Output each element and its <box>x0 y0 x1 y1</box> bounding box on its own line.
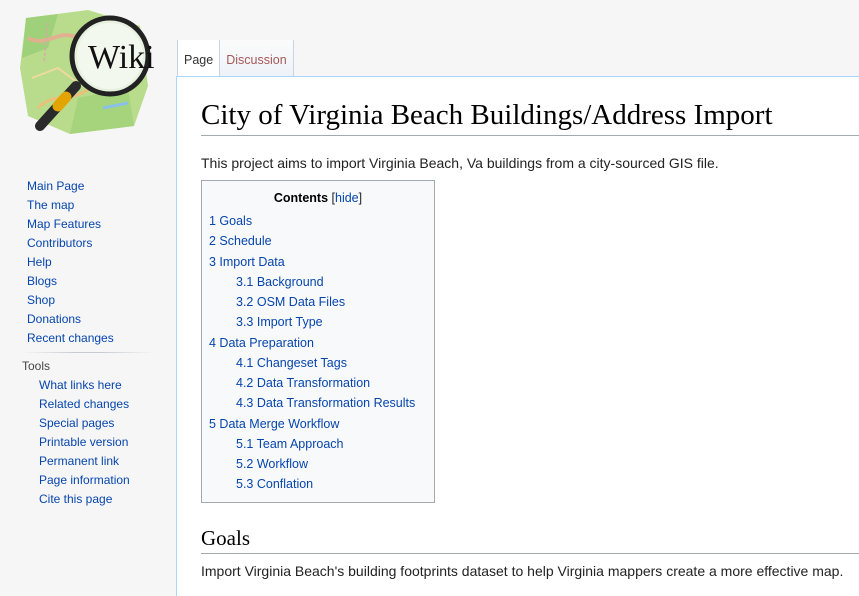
toc-header: Contents [hide] <box>202 190 434 206</box>
nav-link-the-map[interactable]: The map <box>27 198 74 212</box>
wiki-logo[interactable]: Wiki <box>18 8 158 138</box>
nav-link-blogs[interactable]: Blogs <box>27 274 57 288</box>
section-heading-goals: Goals <box>201 525 859 554</box>
intro-paragraph: This project aims to import Virginia Bea… <box>201 155 719 171</box>
nav-item[interactable]: Map Features <box>27 216 114 235</box>
tab-discussion[interactable]: Discussion <box>220 40 294 77</box>
toc-link-goals[interactable]: 1 Goals <box>209 214 252 228</box>
toc-title: Contents <box>273 191 329 205</box>
toc-item[interactable]: 4 Data Preparation <box>209 335 415 355</box>
toc-link-data-merge-workflow[interactable]: 5 Data Merge Workflow <box>209 417 339 431</box>
toc-link-team-approach[interactable]: 5.1 Team Approach <box>236 437 343 451</box>
nav-item[interactable]: Help <box>27 254 114 273</box>
page-tabs: Page Discussion <box>177 40 294 77</box>
toc-link-data-preparation[interactable]: 4 Data Preparation <box>209 336 314 350</box>
page-title: City of Virginia Beach Buildings/Address… <box>201 97 859 136</box>
tools-item[interactable]: Printable version <box>39 434 130 453</box>
nav-link-donations[interactable]: Donations <box>27 312 81 326</box>
nav-link-contributors[interactable]: Contributors <box>27 236 92 250</box>
toc-item[interactable]: 4.2 Data Transformation <box>209 375 415 395</box>
toc-link-import-type[interactable]: 3.3 Import Type <box>236 315 323 329</box>
tools-item[interactable]: Special pages <box>39 415 130 434</box>
nav-item[interactable]: The map <box>27 197 114 216</box>
logo-wordmark: Wiki <box>88 39 155 76</box>
toc-link-import-data[interactable]: 3 Import Data <box>209 255 285 269</box>
nav-item[interactable]: Recent changes <box>27 330 114 349</box>
toc-link-changeset-tags[interactable]: 4.1 Changeset Tags <box>236 356 347 370</box>
toc-item[interactable]: 5.2 Workflow <box>209 456 415 476</box>
toc-link-data-transformation-results[interactable]: 4.3 Data Transformation Results <box>236 396 415 410</box>
toc-item[interactable]: 4.1 Changeset Tags <box>209 355 415 375</box>
nav-item[interactable]: Main Page <box>27 178 114 197</box>
nav-link-map-features[interactable]: Map Features <box>27 217 101 231</box>
tools-item[interactable]: Page information <box>39 472 130 491</box>
tools-item[interactable]: Cite this page <box>39 491 130 510</box>
table-of-contents: Contents [hide] 1 Goals 2 Schedule 3 Imp… <box>201 180 435 503</box>
toc-link-conflation[interactable]: 5.3 Conflation <box>236 477 313 491</box>
tools-link-cite-this-page[interactable]: Cite this page <box>39 492 112 506</box>
toc-item[interactable]: 3.2 OSM Data Files <box>209 294 415 314</box>
toc-list: 1 Goals 2 Schedule 3 Import Data 3.1 Bac… <box>209 213 415 497</box>
toc-item[interactable]: 5.1 Team Approach <box>209 436 415 456</box>
toc-toggle-close-bracket: ] <box>358 191 363 205</box>
main-content: City of Virginia Beach Buildings/Address… <box>176 76 859 596</box>
toc-item[interactable]: 1 Goals <box>209 213 415 233</box>
tools-link-printable-version[interactable]: Printable version <box>39 435 128 449</box>
tools-item[interactable]: What links here <box>39 377 130 396</box>
toc-link-data-transformation[interactable]: 4.2 Data Transformation <box>236 376 370 390</box>
nav-item[interactable]: Blogs <box>27 273 114 292</box>
toc-link-workflow[interactable]: 5.2 Workflow <box>236 457 308 471</box>
nav-item[interactable]: Donations <box>27 311 114 330</box>
nav-item[interactable]: Contributors <box>27 235 114 254</box>
toc-item[interactable]: 4.3 Data Transformation Results <box>209 395 415 415</box>
goals-paragraph: Import Virginia Beach's building footpri… <box>201 563 844 579</box>
tab-page[interactable]: Page <box>177 40 221 77</box>
nav-link-main-page[interactable]: Main Page <box>27 179 84 193</box>
tools-link-special-pages[interactable]: Special pages <box>39 416 114 430</box>
map-magnifier-logo-icon: Wiki <box>20 10 155 134</box>
toc-item[interactable]: 5.3 Conflation <box>209 476 415 496</box>
toc-hide-toggle[interactable]: hide <box>335 191 359 205</box>
nav-link-shop[interactable]: Shop <box>27 293 55 307</box>
toc-item[interactable]: 3 Import Data <box>209 254 415 274</box>
tools-item[interactable]: Permanent link <box>39 453 130 472</box>
toc-link-background[interactable]: 3.1 Background <box>236 275 324 289</box>
nav-link-help[interactable]: Help <box>27 255 52 269</box>
tools-item[interactable]: Related changes <box>39 396 130 415</box>
toc-item[interactable]: 3.1 Background <box>209 274 415 294</box>
tools-divider <box>22 352 154 353</box>
tools-link-page-information[interactable]: Page information <box>39 473 130 487</box>
toc-link-schedule[interactable]: 2 Schedule <box>209 234 272 248</box>
toc-link-osm-data-files[interactable]: 3.2 OSM Data Files <box>236 295 345 309</box>
navigation-menu: Main Page The map Map Features Contribut… <box>27 178 114 349</box>
tools-menu: What links here Related changes Special … <box>39 377 130 510</box>
toc-item[interactable]: 2 Schedule <box>209 233 415 253</box>
nav-item[interactable]: Shop <box>27 292 114 311</box>
toc-item[interactable]: 3.3 Import Type <box>209 314 415 334</box>
nav-link-recent-changes[interactable]: Recent changes <box>27 331 114 345</box>
tools-link-permanent-link[interactable]: Permanent link <box>39 454 119 468</box>
sidebar: Wiki Main Page The map Map Features Cont… <box>0 0 176 596</box>
tools-link-what-links-here[interactable]: What links here <box>39 378 122 392</box>
toc-item[interactable]: 5 Data Merge Workflow <box>209 416 415 436</box>
tools-heading[interactable]: Tools <box>22 358 50 374</box>
tools-link-related-changes[interactable]: Related changes <box>39 397 129 411</box>
